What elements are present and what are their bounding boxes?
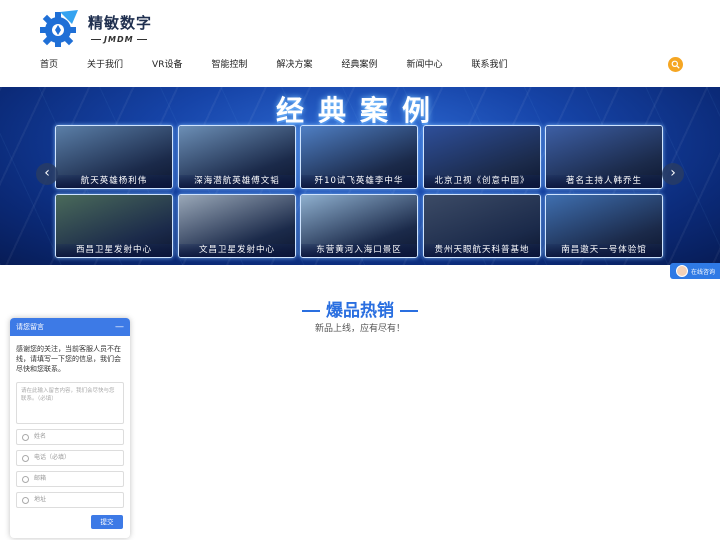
- phone-field[interactable]: 电话（必填）: [16, 450, 124, 466]
- nav-item-solutions[interactable]: 解决方案: [276, 58, 312, 72]
- user-icon: [22, 433, 29, 441]
- case-caption: 东营黄河入海口景区: [301, 244, 417, 257]
- gear-logo-icon: [40, 10, 78, 47]
- location-icon: [22, 496, 29, 504]
- cases-banner: 经典案例 航天英雄杨利伟 深海潜航英雄傅文韬 歼10试飞英雄李中华 北京卫视《创…: [0, 87, 720, 265]
- case-caption: 歼10试飞英雄李中华: [301, 175, 417, 188]
- case-caption: 北京卫视《创意中国》: [424, 175, 540, 188]
- carousel-prev-button[interactable]: ‹: [36, 163, 58, 185]
- carousel-next-button[interactable]: ›: [662, 163, 684, 185]
- widget-header: 请您留言 —: [10, 318, 130, 336]
- case-tile[interactable]: 深海潜航英雄傅文韬: [178, 125, 296, 189]
- online-service-label: 在线咨询: [691, 268, 716, 276]
- case-caption: 贵州天眼航天科普基地: [424, 244, 540, 257]
- case-caption: 著名主持人韩乔生: [546, 175, 662, 188]
- case-caption: 航天英雄杨利伟: [56, 175, 172, 188]
- case-caption: 深海潜航英雄傅文韬: [179, 175, 295, 188]
- logo-name-en: JMDM: [88, 35, 152, 44]
- nav-item-smart-control[interactable]: 智能控制: [211, 58, 247, 72]
- phone-icon: [22, 454, 29, 462]
- case-tile[interactable]: 文昌卫星发射中心: [178, 194, 296, 258]
- nav-item-contact[interactable]: 联系我们: [472, 58, 508, 72]
- name-field[interactable]: 姓名: [16, 429, 124, 445]
- banner-title: 经典案例: [275, 94, 444, 127]
- case-tile[interactable]: 著名主持人韩乔生: [545, 125, 663, 189]
- logo[interactable]: 精敏数字 JMDM: [38, 8, 152, 48]
- minimize-button[interactable]: —: [115, 318, 124, 336]
- case-tile[interactable]: 北京卫视《创意中国》: [423, 125, 541, 189]
- case-caption: 西昌卫星发射中心: [56, 244, 172, 257]
- widget-intro: 感谢您的关注，当前客服人员不在线，请填写一下您的信息，我们会尽快和您联系。: [16, 345, 121, 373]
- online-service-tab[interactable]: 在线咨询: [670, 263, 720, 279]
- nav-item-about[interactable]: 关于我们: [87, 58, 123, 72]
- case-tile[interactable]: 东营黄河入海口景区: [300, 194, 418, 258]
- message-textarea[interactable]: 请在此输入留言内容，我们会尽快与您联系。（必填）: [16, 382, 124, 424]
- search-icon: [671, 60, 680, 69]
- mail-icon: [22, 475, 29, 483]
- message-widget: 请您留言 — 感谢您的关注，当前客服人员不在线，请填写一下您的信息，我们会尽快和…: [10, 318, 130, 538]
- submit-button[interactable]: 提交: [91, 515, 123, 529]
- nav-item-news[interactable]: 新闻中心: [407, 58, 443, 72]
- case-tile[interactable]: 贵州天眼航天科普基地: [423, 194, 541, 258]
- logo-name-cn: 精敏数字: [88, 14, 153, 32]
- email-field[interactable]: 邮箱: [16, 471, 124, 487]
- nav-item-vr[interactable]: VR设备: [152, 58, 182, 72]
- search-button[interactable]: [668, 57, 683, 72]
- case-caption: 文昌卫星发射中心: [179, 244, 295, 257]
- widget-title: 请您留言: [16, 323, 44, 331]
- main-nav: 首页 关于我们 VR设备 智能控制 解决方案 经典案例 新闻中心 联系我们: [40, 58, 537, 72]
- agent-avatar: [676, 265, 688, 277]
- case-tile[interactable]: 航天英雄杨利伟: [55, 125, 173, 189]
- case-caption: 南昌遨天一号体验馆: [546, 244, 662, 257]
- page: 精敏数字 JMDM 首页 关于我们 VR设备 智能控制 解决方案 经典案例 新闻…: [0, 0, 720, 540]
- case-tile[interactable]: 南昌遨天一号体验馆: [545, 194, 663, 258]
- case-tile[interactable]: 歼10试飞英雄李中华: [300, 125, 418, 189]
- nav-item-home[interactable]: 首页: [40, 58, 58, 72]
- case-tile[interactable]: 西昌卫星发射中心: [55, 194, 173, 258]
- address-field[interactable]: 地址: [16, 492, 124, 508]
- nav-item-cases[interactable]: 经典案例: [341, 58, 377, 72]
